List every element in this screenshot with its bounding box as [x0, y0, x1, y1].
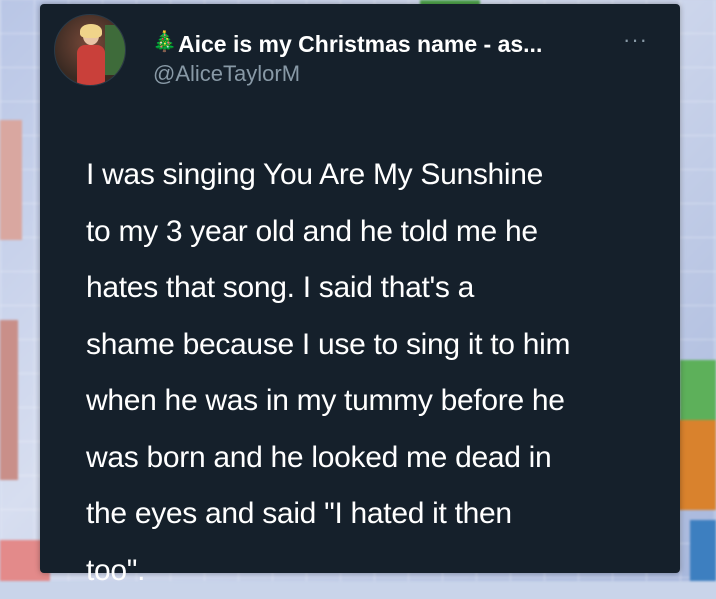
tweet-card: 🎄 Aice is my Christmas name - as... ··· … — [40, 4, 680, 587]
background-block — [676, 420, 716, 510]
background-block — [690, 520, 716, 581]
display-name[interactable]: Aice is my Christmas name - as... — [178, 31, 542, 57]
avatar[interactable] — [54, 14, 126, 86]
user-handle[interactable]: @AliceTaylorM — [153, 61, 300, 87]
more-options-icon[interactable]: ··· — [623, 29, 648, 51]
background-block — [0, 320, 18, 480]
background-block — [680, 360, 716, 420]
background-block — [0, 120, 22, 240]
christmas-tree-icon: 🎄 — [152, 31, 177, 53]
tweet-text: I was singing You Are My Sunshine to my … — [86, 158, 571, 587]
